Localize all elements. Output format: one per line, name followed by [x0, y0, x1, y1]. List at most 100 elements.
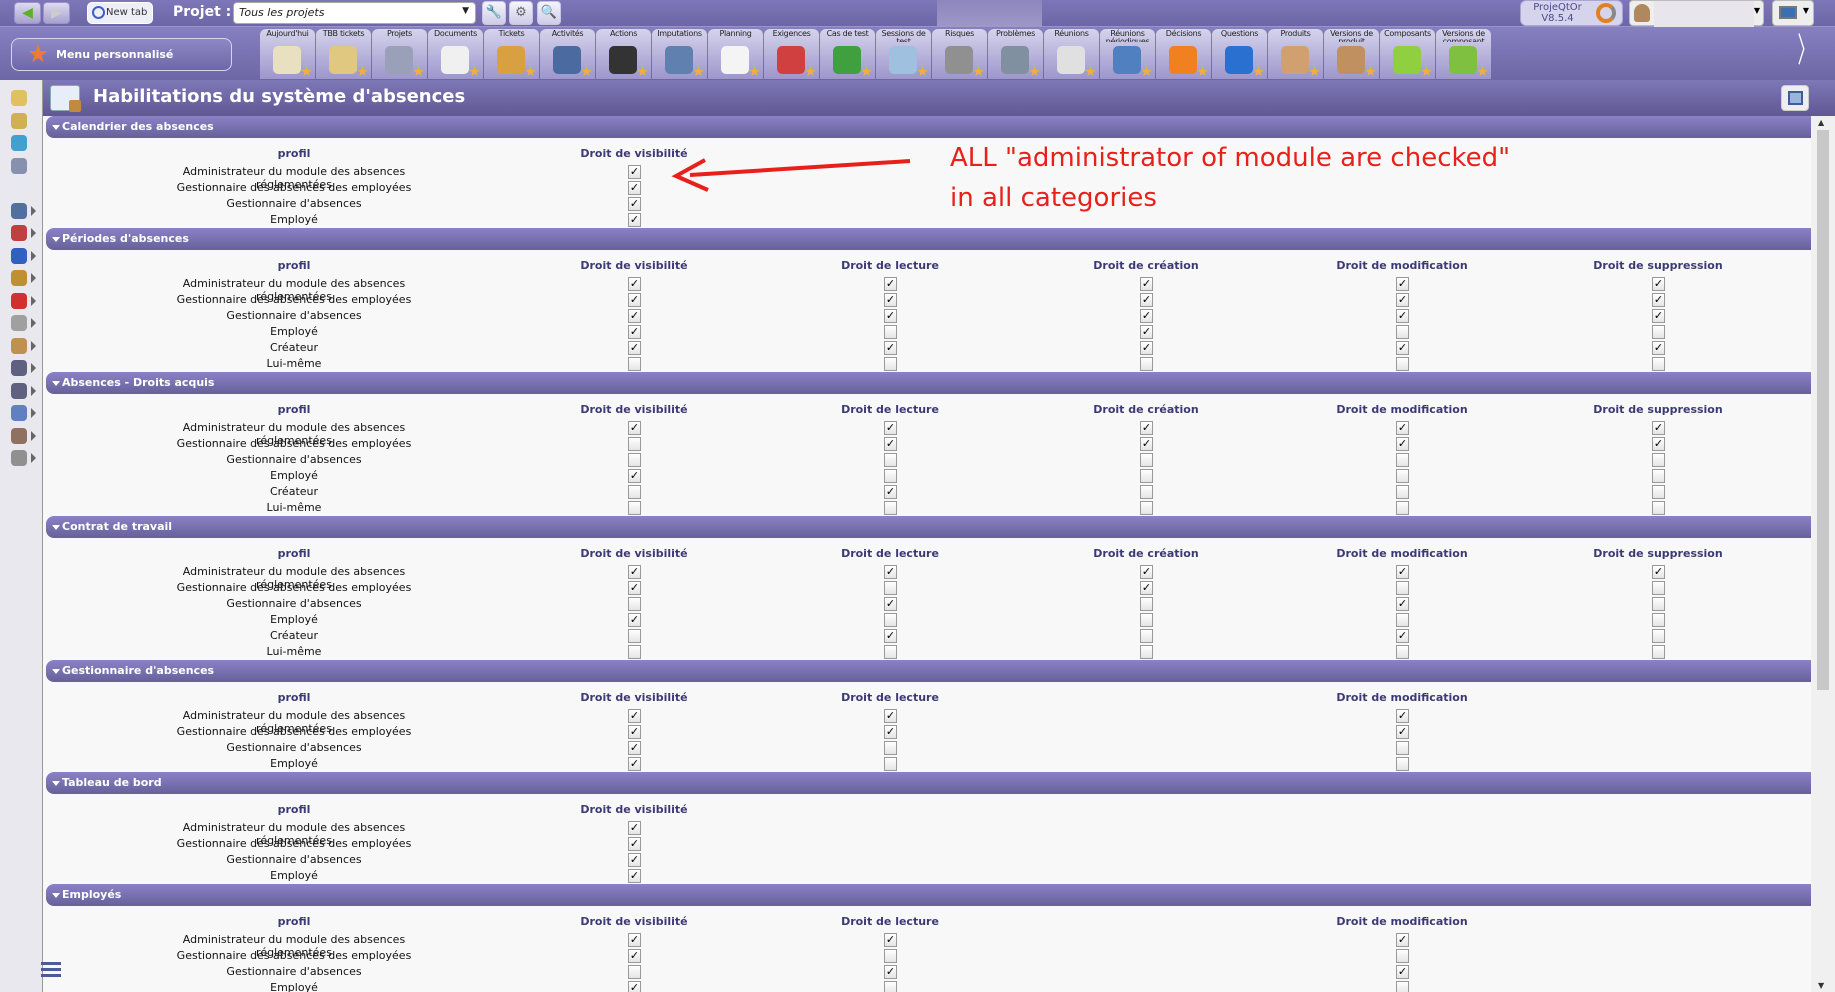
- right-checkbox-visibility[interactable]: [628, 357, 641, 371]
- right-checkbox-delete[interactable]: ✓: [1652, 277, 1665, 291]
- toolbar-button[interactable]: TBB tickets: [316, 29, 371, 79]
- toolbar-button[interactable]: Exigences: [764, 29, 819, 79]
- vertical-scrollbar[interactable]: ▲ ▼: [1811, 116, 1835, 992]
- right-checkbox-read[interactable]: ✓: [884, 597, 897, 611]
- right-checkbox-read[interactable]: ✓: [884, 933, 897, 947]
- right-checkbox-visibility[interactable]: ✓: [628, 213, 641, 227]
- right-checkbox-read[interactable]: [884, 949, 897, 963]
- right-checkbox-update[interactable]: [1396, 485, 1409, 499]
- save-button[interactable]: [1781, 85, 1809, 111]
- right-checkbox-visibility[interactable]: ✓: [628, 741, 641, 755]
- toolbar-button[interactable]: Documents: [428, 29, 483, 79]
- toolbar-button[interactable]: Décisions: [1156, 29, 1211, 79]
- right-checkbox-visibility[interactable]: ✓: [628, 933, 641, 947]
- right-checkbox-delete[interactable]: [1652, 501, 1665, 515]
- right-checkbox-read[interactable]: [884, 501, 897, 515]
- display-menu-button[interactable]: ▼: [1772, 0, 1814, 26]
- right-checkbox-update[interactable]: ✓: [1396, 565, 1409, 579]
- sidebar-menu-icon[interactable]: [11, 180, 27, 196]
- right-checkbox-delete[interactable]: [1652, 485, 1665, 499]
- right-checkbox-create[interactable]: ✓: [1140, 581, 1153, 595]
- toolbar-button[interactable]: Projets: [372, 29, 427, 79]
- right-checkbox-visibility[interactable]: ✓: [628, 421, 641, 435]
- right-checkbox-visibility[interactable]: ✓: [628, 197, 641, 211]
- toolbar-button[interactable]: Problèmes: [988, 29, 1043, 79]
- sidebar-menu-icon[interactable]: [11, 90, 27, 106]
- right-checkbox-visibility[interactable]: ✓: [628, 181, 641, 195]
- right-checkbox-read[interactable]: [884, 613, 897, 627]
- right-checkbox-update[interactable]: [1396, 645, 1409, 659]
- right-checkbox-visibility[interactable]: ✓: [628, 565, 641, 579]
- right-checkbox-read[interactable]: [884, 645, 897, 659]
- right-checkbox-visibility[interactable]: [628, 597, 641, 611]
- sidebar-menu-icon[interactable]: [11, 382, 27, 399]
- right-checkbox-create[interactable]: ✓: [1140, 325, 1153, 339]
- right-checkbox-update[interactable]: [1396, 741, 1409, 755]
- right-checkbox-visibility[interactable]: ✓: [628, 469, 641, 483]
- right-checkbox-update[interactable]: ✓: [1396, 309, 1409, 323]
- right-checkbox-create[interactable]: [1140, 357, 1153, 371]
- right-checkbox-visibility[interactable]: [628, 485, 641, 499]
- right-checkbox-read[interactable]: ✓: [884, 485, 897, 499]
- right-checkbox-read[interactable]: ✓: [884, 965, 897, 979]
- right-checkbox-delete[interactable]: ✓: [1652, 341, 1665, 355]
- right-checkbox-visibility[interactable]: [628, 437, 641, 451]
- right-checkbox-create[interactable]: [1140, 629, 1153, 643]
- right-checkbox-visibility[interactable]: [628, 965, 641, 979]
- right-checkbox-visibility[interactable]: ✓: [628, 613, 641, 627]
- sidebar-menu-icon[interactable]: [11, 360, 27, 376]
- right-checkbox-create[interactable]: [1140, 613, 1153, 627]
- back-button[interactable]: ◀: [14, 2, 41, 24]
- right-checkbox-create[interactable]: ✓: [1140, 309, 1153, 323]
- right-checkbox-create[interactable]: [1140, 469, 1153, 483]
- sidebar-menu-icon[interactable]: [11, 202, 27, 219]
- right-checkbox-update[interactable]: [1396, 949, 1409, 963]
- right-checkbox-update[interactable]: ✓: [1396, 933, 1409, 947]
- sidebar-menu-icon[interactable]: [11, 337, 27, 354]
- right-checkbox-update[interactable]: [1396, 357, 1409, 371]
- sidebar-menu-icon[interactable]: [11, 225, 27, 241]
- right-checkbox-create[interactable]: [1140, 645, 1153, 659]
- right-checkbox-delete[interactable]: [1652, 629, 1665, 643]
- right-checkbox-create[interactable]: ✓: [1140, 293, 1153, 307]
- right-checkbox-visibility[interactable]: ✓: [628, 293, 641, 307]
- right-checkbox-create[interactable]: [1140, 597, 1153, 611]
- right-checkbox-update[interactable]: ✓: [1396, 293, 1409, 307]
- toolbar-button[interactable]: Actions: [596, 29, 651, 79]
- forward-button[interactable]: ▶: [43, 2, 70, 24]
- section-header[interactable]: Périodes d'absences: [46, 228, 1811, 250]
- right-checkbox-update[interactable]: [1396, 501, 1409, 515]
- sidebar-menu-icon[interactable]: [11, 135, 27, 151]
- toolbar-button[interactable]: Cas de test: [820, 29, 875, 79]
- right-checkbox-update[interactable]: [1396, 581, 1409, 595]
- settings-button[interactable]: ⚙: [509, 1, 533, 25]
- right-checkbox-read[interactable]: ✓: [884, 341, 897, 355]
- toolbar-button[interactable]: Imputations: [652, 29, 707, 79]
- custom-menu-button[interactable]: Menu personnalisé: [11, 38, 232, 71]
- right-checkbox-read[interactable]: [884, 757, 897, 771]
- search-button[interactable]: 🔍: [537, 1, 561, 25]
- sidebar-menu-icon[interactable]: [11, 247, 27, 264]
- section-header[interactable]: Calendrier des absences: [46, 116, 1811, 138]
- right-checkbox-read[interactable]: ✓: [884, 421, 897, 435]
- right-checkbox-visibility[interactable]: ✓: [628, 309, 641, 323]
- right-checkbox-visibility[interactable]: ✓: [628, 325, 641, 339]
- right-checkbox-update[interactable]: ✓: [1396, 709, 1409, 723]
- right-checkbox-visibility[interactable]: ✓: [628, 757, 641, 771]
- toolbar-button[interactable]: Produits: [1268, 29, 1323, 79]
- right-checkbox-read[interactable]: ✓: [884, 293, 897, 307]
- right-checkbox-update[interactable]: ✓: [1396, 597, 1409, 611]
- toolbar-button[interactable]: Réunions: [1044, 29, 1099, 79]
- toolbar-button[interactable]: Sessions de test: [876, 29, 931, 79]
- right-checkbox-visibility[interactable]: ✓: [628, 869, 641, 883]
- section-header[interactable]: Contrat de travail: [46, 516, 1811, 538]
- right-checkbox-visibility[interactable]: ✓: [628, 725, 641, 739]
- right-checkbox-delete[interactable]: ✓: [1652, 437, 1665, 451]
- right-checkbox-delete[interactable]: [1652, 597, 1665, 611]
- right-checkbox-update[interactable]: ✓: [1396, 437, 1409, 451]
- right-checkbox-delete[interactable]: [1652, 645, 1665, 659]
- right-checkbox-visibility[interactable]: ✓: [628, 837, 641, 851]
- sidebar-menu-icon[interactable]: [11, 292, 27, 309]
- toolbar-button[interactable]: Composants: [1380, 29, 1435, 79]
- menu-hamburger-icon[interactable]: [41, 962, 61, 980]
